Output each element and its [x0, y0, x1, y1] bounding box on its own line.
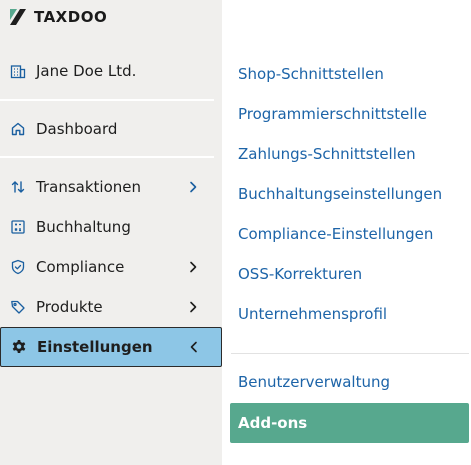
- sidebar-item-label: Einstellungen: [37, 338, 153, 356]
- sidebar-divider: [0, 156, 214, 158]
- submenu-divider: [231, 353, 469, 354]
- sidebar-item-produkte[interactable]: Produkte: [0, 288, 222, 326]
- submenu-item-oss-korrekturen[interactable]: OSS-Korrekturen: [238, 265, 362, 283]
- chevron-right-icon: [186, 300, 200, 314]
- home-icon: [9, 120, 27, 138]
- transfer-arrows-icon: [9, 178, 27, 196]
- shield-check-icon: [9, 258, 27, 276]
- submenu-item-benutzerverwaltung[interactable]: Benutzerverwaltung: [238, 373, 390, 391]
- brand-name: TAXDOO: [34, 8, 108, 26]
- taxdoo-logo-icon: [10, 9, 26, 25]
- sidebar-item-label: Dashboard: [36, 120, 118, 138]
- submenu-item-programmierschnittstelle[interactable]: Programmierschnittstelle: [238, 105, 427, 123]
- submenu-item-buchhaltungseinstellungen[interactable]: Buchhaltungseinstellungen: [238, 185, 442, 203]
- submenu-item-add-ons[interactable]: Add-ons: [230, 403, 469, 443]
- building-icon: [9, 62, 27, 80]
- sidebar-item-einstellungen[interactable]: Einstellungen: [0, 327, 222, 367]
- taxdoo-logo[interactable]: TAXDOO: [8, 6, 107, 28]
- calculator-icon: [9, 218, 27, 236]
- sidebar-item-buchhaltung[interactable]: Buchhaltung: [0, 208, 222, 246]
- chevron-left-icon: [187, 340, 201, 354]
- gear-icon: [10, 338, 28, 356]
- sidebar-item-transaktionen[interactable]: Transaktionen: [0, 168, 222, 206]
- company-switcher[interactable]: Jane Doe Ltd.: [0, 52, 222, 90]
- submenu-item-unternehmensprofil[interactable]: Unternehmensprofil: [238, 305, 387, 323]
- chevron-right-icon: [186, 180, 200, 194]
- sidebar-item-label: Buchhaltung: [36, 218, 131, 236]
- submenu-item-compliance-einstellungen[interactable]: Compliance-Einstellungen: [238, 225, 433, 243]
- sidebar-divider: [0, 99, 214, 101]
- submenu-item-zahlungs-schnittstellen[interactable]: Zahlungs-Schnittstellen: [238, 145, 416, 163]
- sidebar-item-label: Transaktionen: [36, 178, 141, 196]
- submenu-item-shop-schnittstellen[interactable]: Shop-Schnittstellen: [238, 65, 384, 83]
- tag-icon: [9, 298, 27, 316]
- sidebar-item-compliance[interactable]: Compliance: [0, 248, 222, 286]
- sidebar: TAXDOO Jane Doe Ltd. Dashboard Transakti…: [0, 0, 222, 465]
- chevron-right-icon: [186, 260, 200, 274]
- sidebar-item-label: Compliance: [36, 258, 125, 276]
- sidebar-item-dashboard[interactable]: Dashboard: [0, 110, 222, 148]
- company-name: Jane Doe Ltd.: [36, 62, 137, 80]
- sidebar-item-label: Produkte: [36, 298, 103, 316]
